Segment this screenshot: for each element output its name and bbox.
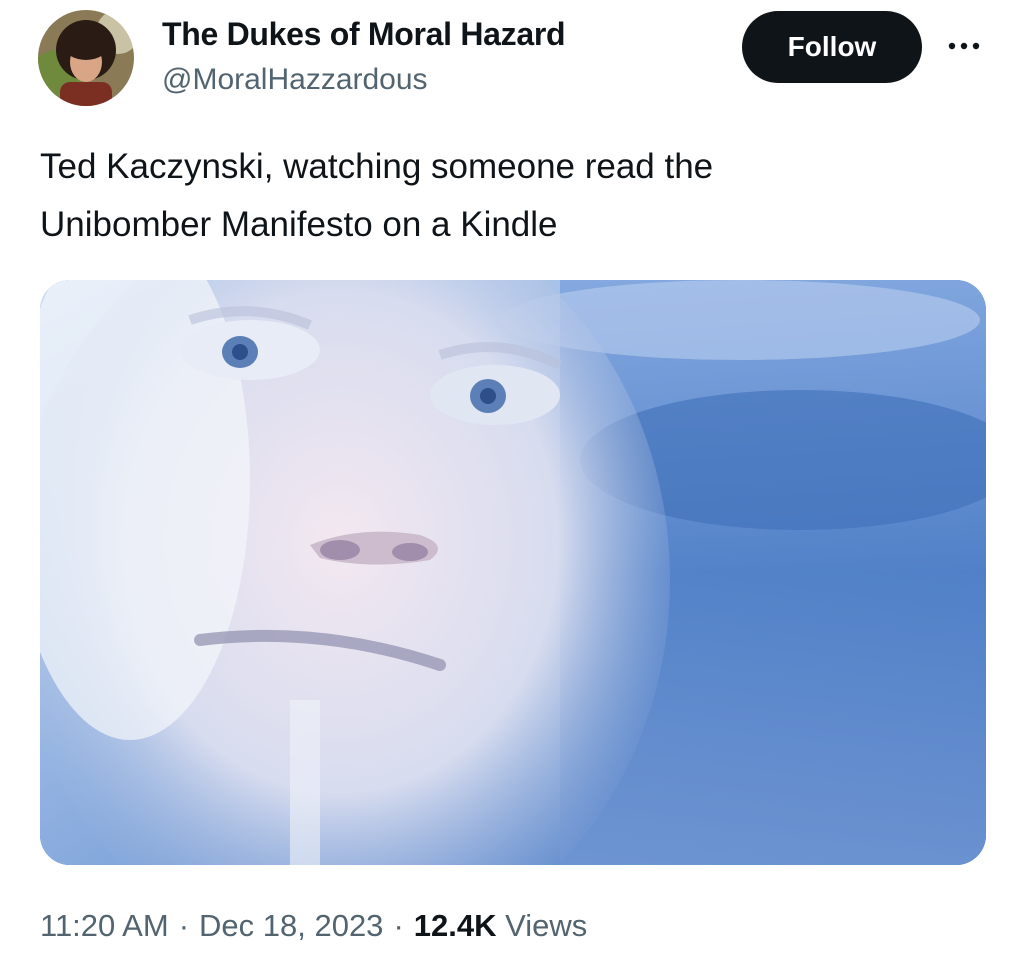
views-label: Views xyxy=(505,908,588,943)
meta-separator: · xyxy=(178,908,190,943)
tweet-text: Ted Kaczynski, watching someone read the… xyxy=(40,147,714,244)
avatar[interactable] xyxy=(38,10,134,106)
meta-separator: · xyxy=(393,908,404,943)
tweet-card: The Dukes of Moral Hazard @MoralHazzardo… xyxy=(0,0,1024,977)
tweet-metadata: 11:20 AM · Dec 18, 2023 · 12.4K Views xyxy=(40,902,587,950)
more-horizontal-icon[interactable] xyxy=(944,34,984,58)
author-display-name[interactable]: The Dukes of Moral Hazard xyxy=(162,14,566,54)
author-handle[interactable]: @MoralHazzardous xyxy=(162,60,565,100)
follow-button[interactable]: Follow xyxy=(742,11,922,83)
views-count: 12.4K xyxy=(413,908,497,943)
tweet-time[interactable]: 11:20 AM xyxy=(40,908,169,943)
author-info: The Dukes of Moral Hazard @MoralHazzardo… xyxy=(162,14,566,100)
tweet-media-image[interactable] xyxy=(40,280,986,865)
tweet-date[interactable]: Dec 18, 2023 xyxy=(199,908,383,943)
